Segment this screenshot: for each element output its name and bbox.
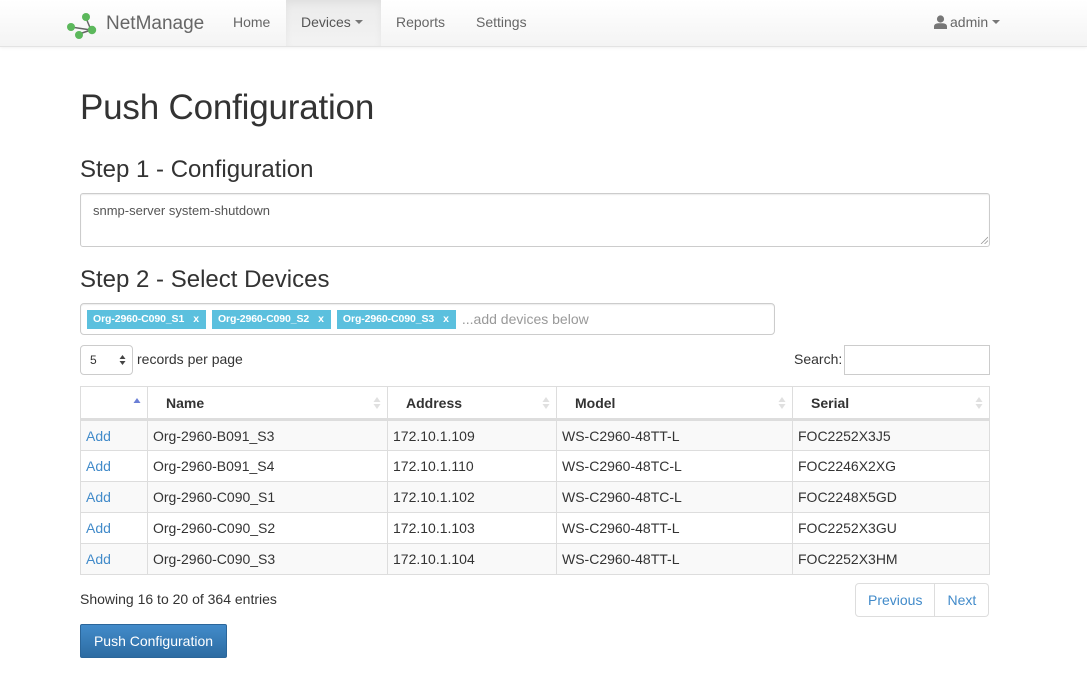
devices-table: Name Address Model Serial Add Org-2960-B…	[80, 386, 990, 575]
remove-tag-button[interactable]: x	[318, 313, 324, 325]
nav-settings-label: Settings	[476, 14, 527, 30]
cell-name: Org-2960-B091_S3	[147, 419, 388, 451]
select-arrows-icon	[119, 355, 126, 365]
column-label: Model	[575, 394, 616, 411]
cell-address: 172.10.1.103	[387, 512, 557, 544]
cell-model: WS-C2960-48TC-L	[556, 450, 793, 482]
step2-title: Step 2 - Select Devices	[80, 266, 330, 293]
table-row: Add Org-2960-C090_S3 172.10.1.104 WS-C29…	[80, 543, 990, 575]
sort-ascending-icon	[133, 398, 141, 403]
cell-serial: FOC2248X5GD	[792, 481, 990, 513]
resize-handle-icon[interactable]	[980, 236, 988, 244]
device-tag-label: Org-2960-C090_S3	[342, 312, 435, 325]
configuration-textarea[interactable]: snmp-server system-shutdown	[80, 193, 990, 247]
records-per-page-value: 5	[90, 353, 97, 367]
cell-name: Org-2960-C090_S1	[147, 481, 388, 513]
search-input[interactable]	[844, 345, 990, 375]
nav-home-label: Home	[233, 14, 271, 30]
add-device-link[interactable]: Add	[86, 489, 111, 505]
cell-model: WS-C2960-48TT-L	[556, 543, 793, 575]
brand-link[interactable]: NetManage	[64, 8, 204, 40]
add-device-link[interactable]: Add	[86, 551, 111, 567]
caret-down-icon	[992, 20, 1001, 25]
cell-model: WS-C2960-48TC-L	[556, 481, 793, 513]
table-row: Add Org-2960-B091_S3 172.10.1.109 WS-C29…	[80, 419, 990, 451]
table-row: Add Org-2960-C090_S2 172.10.1.103 WS-C29…	[80, 512, 990, 544]
top-navbar: NetManage Home Devices Reports Settings …	[0, 0, 1087, 47]
cell-action: Add	[80, 512, 148, 544]
cell-serial: FOC2252X3GU	[792, 512, 990, 544]
selected-devices-input[interactable]: Org-2960-C090_S1 x Org-2960-C090_S2 x Org-…	[80, 303, 775, 335]
table-row: Add Org-2960-C090_S1 172.10.1.102 WS-C29…	[80, 481, 990, 513]
add-device-link[interactable]: Add	[86, 520, 111, 536]
network-logo-icon	[67, 13, 97, 39]
sort-both-icon	[778, 397, 786, 409]
table-info: Showing 16 to 20 of 364 entries	[80, 591, 277, 607]
device-tag-label: Org-2960-C090_S2	[217, 312, 310, 325]
add-device-link[interactable]: Add	[86, 458, 111, 474]
table-header-row: Name Address Model Serial	[80, 386, 990, 421]
sort-both-icon	[373, 397, 381, 409]
cell-action: Add	[80, 543, 148, 575]
caret-down-icon	[354, 20, 363, 25]
nav-reports[interactable]: Reports	[381, 0, 460, 46]
records-per-page-select[interactable]: 5	[80, 345, 133, 375]
column-label: Name	[166, 394, 205, 411]
cell-serial: FOC2252X3J5	[792, 419, 990, 451]
column-header-serial[interactable]: Serial	[792, 386, 990, 421]
cell-action: Add	[80, 481, 148, 513]
search-label: Search:	[794, 351, 843, 367]
device-tag: Org-2960-C090_S2 x	[211, 309, 331, 329]
nav-settings[interactable]: Settings	[461, 0, 542, 46]
device-tag: Org-2960-C090_S3 x	[336, 309, 456, 329]
cell-action: Add	[80, 450, 148, 482]
cell-address: 172.10.1.110	[387, 450, 557, 482]
cell-action: Add	[80, 419, 148, 451]
cell-name: Org-2960-C090_S3	[147, 543, 388, 575]
cell-name: Org-2960-C090_S2	[147, 512, 388, 544]
column-header-address[interactable]: Address	[387, 386, 557, 421]
pagination: Previous Next	[855, 583, 990, 617]
push-configuration-button[interactable]: Push Configuration	[80, 624, 227, 658]
cell-serial: FOC2252X3HM	[792, 543, 990, 575]
sort-both-icon	[542, 397, 550, 409]
device-tag-label: Org-2960-C090_S1	[93, 312, 185, 325]
user-name: admin	[950, 14, 989, 30]
remove-tag-button[interactable]: x	[193, 313, 199, 325]
table-row: Add Org-2960-B091_S4 172.10.1.110 WS-C29…	[80, 450, 990, 482]
user-icon	[934, 15, 947, 29]
cell-model: WS-C2960-48TT-L	[556, 419, 793, 451]
column-header-action[interactable]	[80, 386, 148, 421]
cell-address: 172.10.1.104	[387, 543, 557, 575]
page-title: Push Configuration	[80, 88, 375, 127]
brand-name: NetManage	[106, 13, 205, 34]
device-tag: Org-2960-C090_S1 x	[87, 309, 206, 329]
nav-home[interactable]: Home	[218, 0, 285, 46]
records-per-page-label: records per page	[137, 351, 243, 367]
add-device-input[interactable]	[461, 311, 774, 327]
next-page-button[interactable]: Next	[935, 583, 990, 617]
column-header-name[interactable]: Name	[147, 386, 388, 421]
column-label: Serial	[811, 394, 850, 411]
cell-address: 172.10.1.102	[387, 481, 557, 513]
nav-reports-label: Reports	[396, 14, 446, 30]
step1-title: Step 1 - Configuration	[80, 156, 314, 183]
nav-devices-label: Devices	[301, 14, 351, 30]
user-menu[interactable]: admin	[919, 0, 1015, 46]
nav-devices[interactable]: Devices	[286, 0, 381, 46]
cell-name: Org-2960-B091_S4	[147, 450, 388, 482]
column-label: Address	[406, 394, 463, 411]
cell-serial: FOC2246X2XG	[792, 450, 990, 482]
sort-both-icon	[975, 397, 983, 409]
previous-page-button[interactable]: Previous	[855, 583, 936, 617]
column-header-model[interactable]: Model	[556, 386, 793, 421]
cell-address: 172.10.1.109	[387, 419, 557, 451]
cell-model: WS-C2960-48TT-L	[556, 512, 793, 544]
remove-tag-button[interactable]: x	[443, 313, 449, 325]
add-device-link[interactable]: Add	[86, 428, 111, 444]
